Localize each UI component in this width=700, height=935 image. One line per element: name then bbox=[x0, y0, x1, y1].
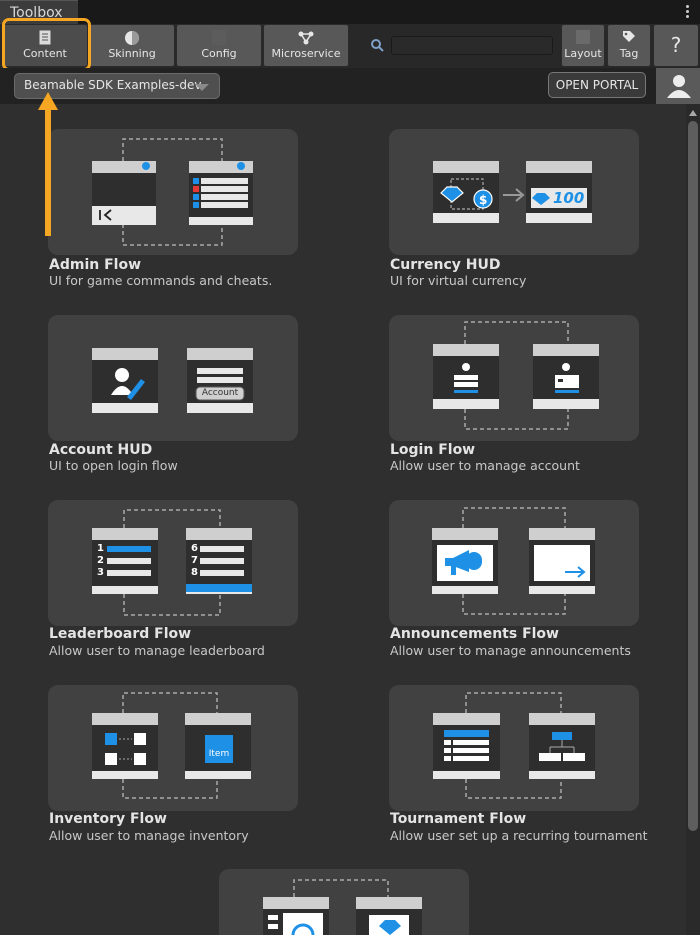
card-title: Account HUD bbox=[49, 442, 153, 458]
card-inventory-flow[interactable]: Item bbox=[48, 685, 298, 811]
card-announcements-flow[interactable] bbox=[389, 500, 639, 626]
user-icon bbox=[667, 75, 691, 98]
search-icon bbox=[371, 39, 384, 52]
config-icon bbox=[212, 30, 226, 45]
card-description: Allow user to manage inventory bbox=[49, 828, 249, 843]
microservice-tab-label: Microservice bbox=[271, 47, 341, 60]
help-button[interactable]: ? bbox=[653, 24, 699, 67]
help-icon: ? bbox=[670, 33, 682, 57]
card-description: UI for game commands and cheats. bbox=[49, 273, 273, 288]
card-title: Leaderboard Flow bbox=[49, 626, 192, 642]
window-title-tab[interactable]: Toolbox bbox=[0, 0, 78, 24]
document-icon bbox=[39, 30, 51, 45]
inventory-flow-illustration bbox=[92, 692, 251, 799]
network-icon bbox=[298, 31, 314, 45]
annotation-arrow-icon bbox=[38, 92, 58, 236]
layout-label: Layout bbox=[564, 47, 602, 60]
config-tab-label: Config bbox=[201, 47, 237, 60]
content-tab-button[interactable]: Content bbox=[2, 24, 88, 67]
palette-icon bbox=[125, 31, 139, 45]
layout-button[interactable]: Layout bbox=[561, 24, 605, 67]
card-description: Allow user set up a recurring tournament bbox=[390, 828, 648, 843]
svg-text:$: $ bbox=[479, 193, 487, 207]
account-hud-illustration bbox=[92, 348, 253, 413]
account-button-label: Account bbox=[201, 388, 239, 398]
rank-label: 1 bbox=[97, 543, 104, 554]
card-title: Currency HUD bbox=[390, 257, 501, 273]
rank-label: 8 bbox=[191, 567, 198, 578]
currency-hud-illustration: $ bbox=[433, 161, 592, 223]
skinning-tab-button[interactable]: Skinning bbox=[89, 24, 175, 67]
card-leaderboard-flow[interactable]: 1 2 3 6 7 8 bbox=[48, 500, 298, 626]
layout-icon bbox=[576, 30, 590, 44]
card-account-hud[interactable]: Account bbox=[48, 315, 298, 441]
config-tab-button[interactable]: Config bbox=[176, 24, 262, 67]
partial-card-illustration bbox=[263, 879, 422, 935]
tag-button[interactable]: Tag bbox=[607, 24, 651, 67]
item-label: Item bbox=[208, 749, 230, 759]
rank-label: 7 bbox=[191, 555, 198, 566]
card-title: Tournament Flow bbox=[390, 811, 527, 827]
card-title: Announcements Flow bbox=[390, 626, 559, 642]
rank-label: 6 bbox=[191, 543, 198, 554]
currency-amount: 100 bbox=[553, 189, 585, 207]
tag-icon bbox=[623, 31, 635, 42]
login-flow-illustration bbox=[433, 321, 599, 430]
card-partial[interactable] bbox=[219, 869, 469, 935]
card-title: Admin Flow bbox=[49, 257, 141, 273]
skinning-tab-label: Skinning bbox=[108, 47, 156, 60]
card-description: Allow user to manage leaderboard bbox=[49, 643, 265, 658]
microservice-tab-button[interactable]: Microservice bbox=[263, 24, 349, 67]
card-login-flow[interactable] bbox=[389, 315, 639, 441]
rank-label: 2 bbox=[97, 555, 104, 566]
card-description: Allow user to manage announcements bbox=[390, 643, 631, 658]
card-title: Inventory Flow bbox=[49, 811, 167, 827]
scrollbar-thumb[interactable] bbox=[688, 121, 698, 831]
card-description: UI to open login flow bbox=[49, 458, 178, 473]
card-tournament-flow[interactable] bbox=[389, 685, 639, 811]
chevron-down-icon bbox=[195, 84, 209, 91]
announcements-flow-illustration bbox=[432, 507, 595, 615]
tournament-flow-illustration bbox=[433, 692, 595, 799]
card-description: Allow user to manage account bbox=[390, 458, 580, 473]
tag-label: Tag bbox=[619, 47, 639, 60]
rank-label: 3 bbox=[97, 567, 104, 578]
content-tab-label: Content bbox=[23, 47, 67, 60]
leaderboard-flow-illustration bbox=[92, 509, 252, 616]
account-avatar-button[interactable] bbox=[655, 68, 700, 104]
card-currency-hud[interactable]: $ 100 bbox=[389, 129, 639, 255]
admin-flow-illustration bbox=[92, 138, 253, 246]
more-options-icon[interactable] bbox=[686, 5, 690, 19]
search-input[interactable] bbox=[391, 36, 553, 55]
open-portal-button[interactable]: OPEN PORTAL bbox=[548, 72, 646, 98]
scroll-up-arrow-icon[interactable] bbox=[689, 110, 697, 116]
card-title: Login Flow bbox=[390, 442, 476, 458]
card-description: UI for virtual currency bbox=[390, 273, 527, 288]
card-admin-flow[interactable] bbox=[48, 129, 298, 255]
title-bar bbox=[0, 0, 700, 24]
